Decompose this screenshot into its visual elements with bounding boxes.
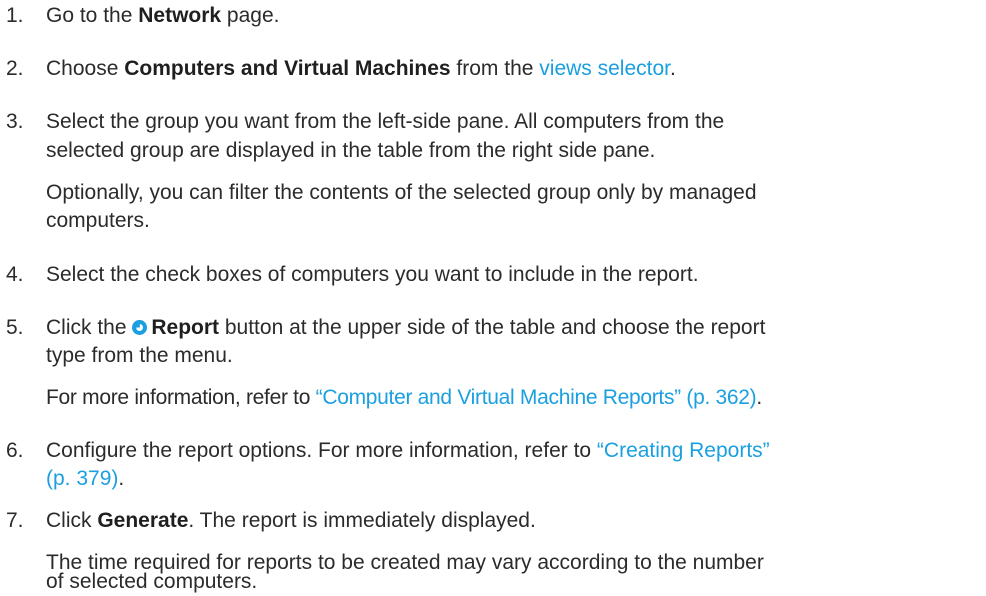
step-3-line-1: Select the group you want from the left-…	[46, 110, 725, 133]
report-label: Report	[151, 316, 220, 339]
step-5-note: For more information, refer to “Computer…	[46, 383, 762, 412]
step-7-number: 7.	[6, 509, 24, 532]
step-6-line-1: Configure the report options. For more i…	[46, 436, 770, 465]
step-5-line-2: type from the menu.	[46, 344, 233, 367]
views-selector-link[interactable]: views selector	[539, 57, 670, 80]
instructions-document: 1. Go to the Network page. 2. Choose Com…	[0, 0, 986, 593]
step-1-pre: Go to the	[46, 4, 139, 27]
step-5-pre: Click the	[46, 316, 133, 339]
computers-vm-label: Computers and Virtual Machines	[124, 57, 451, 80]
step-6-pre: Configure the report options. For more i…	[46, 439, 597, 462]
step-6-number: 6.	[6, 439, 24, 462]
step-6-line-2: (p. 379).	[46, 464, 124, 493]
step-4-number: 4.	[6, 263, 24, 286]
step-2-number: 2.	[6, 57, 24, 80]
generate-label: Generate	[97, 509, 189, 532]
step-3-note-line-1: Optionally, you can filter the contents …	[46, 181, 757, 204]
computer-vm-reports-link[interactable]: “Computer and Virtual Machine Reports” (…	[316, 386, 757, 409]
step-2-pre: Choose	[46, 57, 125, 80]
step-5-line-1: Click the Report button at the upper sid…	[46, 313, 765, 342]
step-3-line-2: selected group are displayed in the tabl…	[46, 139, 656, 162]
step-7-post: . The report is immediately displayed.	[188, 509, 536, 532]
step-4-text: Select the check boxes of computers you …	[46, 263, 699, 286]
step-1-number: 1.	[6, 4, 24, 27]
step-7-note-line-2: of selected computers.	[46, 570, 258, 593]
creating-reports-link[interactable]: “Creating Reports”	[597, 439, 770, 462]
step-2-post: .	[670, 57, 676, 80]
step-5-post: button at the upper side of the table an…	[219, 316, 766, 339]
creating-reports-page-link[interactable]: (p. 379)	[46, 467, 118, 490]
step-7-pre: Click	[46, 509, 98, 532]
step-5-note-post: .	[756, 386, 762, 409]
step-5-note-pre: For more information, refer to	[46, 386, 316, 409]
step-3-number: 3.	[6, 110, 24, 133]
step-2-text: Choose Computers and Virtual Machines fr…	[46, 54, 676, 83]
step-5-number: 5.	[6, 316, 24, 339]
step-2-mid: from the	[450, 57, 540, 80]
step-6-post: .	[118, 467, 125, 490]
step-7-line-1: Click Generate. The report is immediatel…	[46, 506, 536, 535]
step-1-text: Go to the Network page.	[46, 1, 279, 30]
network-label: Network	[138, 4, 222, 27]
report-icon	[132, 320, 148, 335]
step-3-note-line-2: computers.	[46, 209, 150, 232]
step-1-post: page.	[221, 4, 280, 27]
